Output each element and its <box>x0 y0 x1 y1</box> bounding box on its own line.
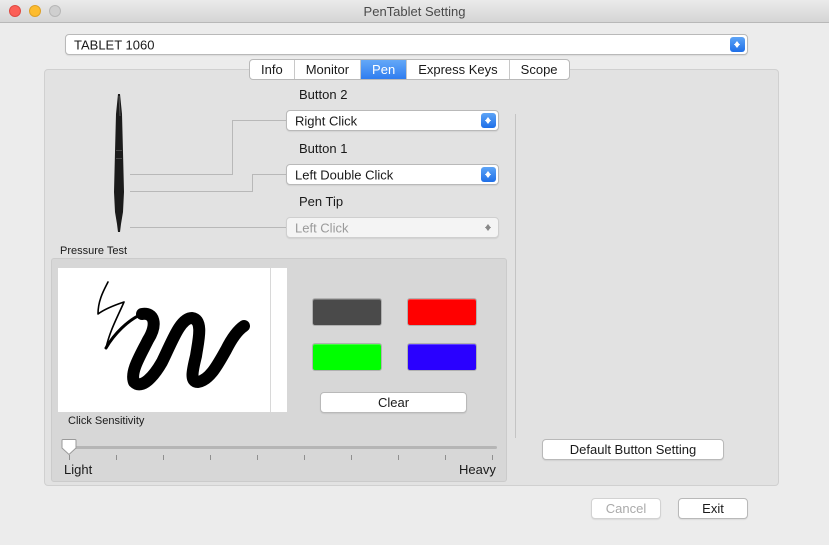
connector-line <box>252 174 287 175</box>
slider-tick <box>492 455 493 460</box>
canvas-divider <box>270 268 271 412</box>
pressure-test-label: Pressure Test <box>60 245 128 257</box>
tab-monitor[interactable]: Monitor <box>295 60 362 79</box>
slider-tick <box>163 455 164 460</box>
default-button-setting-button[interactable]: Default Button Setting <box>542 439 724 460</box>
clear-button[interactable]: Clear <box>320 392 467 413</box>
button2-select-value: Right Click <box>295 113 358 128</box>
pen-tip-select: Left Click <box>286 217 499 238</box>
vertical-separator <box>515 114 516 438</box>
device-select-value: TABLET 1060 <box>74 37 155 52</box>
popup-stepper-icon <box>730 37 745 52</box>
slider-thumb[interactable] <box>61 438 77 456</box>
tab-bar: Info Monitor Pen Express Keys Scope <box>249 59 570 80</box>
connector-line <box>232 120 233 174</box>
connector-line <box>130 174 233 175</box>
popup-stepper-icon <box>481 220 496 235</box>
pen-tip-select-value: Left Click <box>295 220 349 235</box>
exit-button[interactable]: Exit <box>678 498 748 519</box>
color-swatch-blue[interactable] <box>407 343 477 371</box>
pen-tip-label: Pen Tip <box>299 194 344 209</box>
tab-pen[interactable]: Pen <box>361 60 408 79</box>
tab-scope[interactable]: Scope <box>510 60 569 79</box>
slider-tick <box>398 455 399 460</box>
popup-stepper-icon <box>481 167 496 182</box>
slider-tick <box>257 455 258 460</box>
cancel-button: Cancel <box>591 498 661 519</box>
slider-max-label: Heavy <box>459 462 496 477</box>
pressure-stroke-drawing <box>97 281 250 391</box>
button2-select[interactable]: Right Click <box>286 110 499 131</box>
color-swatch-green[interactable] <box>312 343 382 371</box>
connector-line <box>130 191 253 192</box>
slider-tick <box>304 455 305 460</box>
device-select[interactable]: TABLET 1060 <box>65 34 748 55</box>
button1-select[interactable]: Left Double Click <box>286 164 499 185</box>
pentablet-window: PenTablet Setting TABLET 1060 Info Monit… <box>0 0 829 545</box>
button1-label: Button 1 <box>299 141 348 156</box>
tab-express-keys[interactable]: Express Keys <box>407 60 510 79</box>
slider-min-label: Light <box>64 462 93 477</box>
tab-info[interactable]: Info <box>250 60 295 79</box>
window-title: PenTablet Setting <box>363 4 466 19</box>
color-swatch-dark-gray[interactable] <box>312 298 382 326</box>
slider-tick <box>351 455 352 460</box>
title-bar: PenTablet Setting <box>0 0 829 23</box>
pen-illustration <box>114 94 124 232</box>
slider-tick <box>210 455 211 460</box>
click-sensitivity-slider[interactable] <box>66 446 497 449</box>
button2-label: Button 2 <box>299 87 348 102</box>
slider-tick <box>445 455 446 460</box>
connector-line <box>252 174 253 192</box>
button1-select-value: Left Double Click <box>295 167 394 182</box>
popup-stepper-icon <box>481 113 496 128</box>
click-sensitivity-label: Click Sensitivity <box>68 415 145 427</box>
slider-tick <box>116 455 117 460</box>
pressure-test-canvas[interactable] <box>58 268 287 412</box>
connector-line <box>130 227 287 228</box>
connector-line <box>232 120 287 121</box>
color-swatch-red[interactable] <box>407 298 477 326</box>
